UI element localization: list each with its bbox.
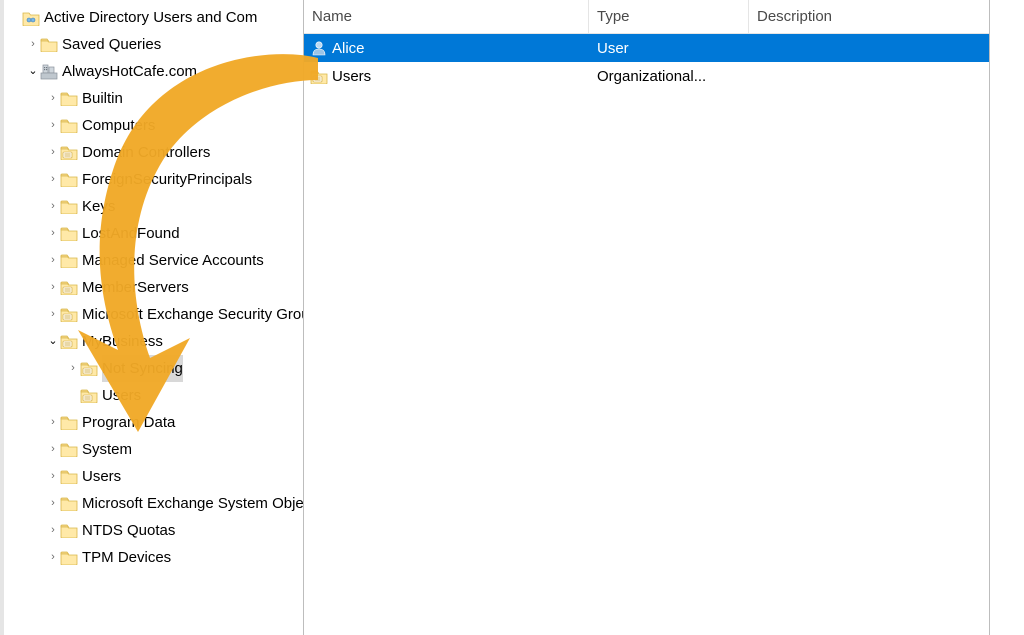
- chevron-right-icon[interactable]: ›: [46, 436, 60, 463]
- folder-icon: [60, 414, 78, 432]
- tree-item-system[interactable]: › System: [4, 436, 303, 463]
- user-icon: [310, 39, 328, 57]
- tree-item-exchange-sec[interactable]: › Microsoft Exchange Security Groups: [4, 301, 303, 328]
- folder-icon: [60, 468, 78, 486]
- list-pane[interactable]: Name Type Description Alice User Users O…: [304, 0, 990, 635]
- tree-root-label: Active Directory Users and Com: [44, 4, 257, 31]
- folder-icon: [60, 171, 78, 189]
- tree-label: Managed Service Accounts: [82, 247, 264, 274]
- tree-item-program-data[interactable]: › Program Data: [4, 409, 303, 436]
- folder-icon: [60, 495, 78, 513]
- tree-item-memberservers[interactable]: › MemberServers: [4, 274, 303, 301]
- ou-icon: [310, 67, 328, 85]
- tree-label: Users: [102, 382, 141, 409]
- folder-icon: [60, 198, 78, 216]
- tree-domain[interactable]: ⌄ AlwaysHotCafe.com: [4, 58, 303, 85]
- tree-label: Users: [82, 463, 121, 490]
- tree-label: Microsoft Exchange Security Groups: [82, 301, 304, 328]
- folder-icon: [60, 90, 78, 108]
- tree-label: AlwaysHotCafe.com: [62, 58, 197, 85]
- chevron-right-icon[interactable]: ›: [46, 220, 60, 247]
- tree-label: MemberServers: [82, 274, 189, 301]
- chevron-down-icon[interactable]: ⌄: [26, 58, 40, 85]
- chevron-right-icon[interactable]: ›: [46, 463, 60, 490]
- chevron-right-icon[interactable]: ›: [26, 31, 40, 58]
- ou-icon: [80, 387, 98, 405]
- folder-icon: [60, 117, 78, 135]
- tree-label: Program Data: [82, 409, 175, 436]
- folder-icon: [40, 36, 58, 54]
- tree-item-domain-controllers[interactable]: › Domain Controllers: [4, 139, 303, 166]
- chevron-right-icon[interactable]: ›: [46, 544, 60, 571]
- tree-label: Saved Queries: [62, 31, 161, 58]
- tree-item-exchange-sys[interactable]: › Microsoft Exchange System Objects: [4, 490, 303, 517]
- tree-item-ntds-quotas[interactable]: › NTDS Quotas: [4, 517, 303, 544]
- ou-icon: [60, 306, 78, 324]
- chevron-right-icon[interactable]: ›: [46, 301, 60, 328]
- list-row-alice[interactable]: Alice User: [304, 34, 989, 62]
- tree-label: MyBusiness: [82, 328, 163, 355]
- chevron-right-icon[interactable]: ›: [46, 166, 60, 193]
- tree-label: TPM Devices: [82, 544, 171, 571]
- chevron-right-icon[interactable]: ›: [66, 355, 80, 382]
- chevron-right-icon[interactable]: ›: [46, 139, 60, 166]
- tree-label: System: [82, 436, 132, 463]
- list-cell-type: User: [589, 40, 749, 57]
- tree-label: Microsoft Exchange System Objects: [82, 490, 304, 517]
- tree-item-not-syncing[interactable]: › Not Syncing: [4, 355, 303, 382]
- tree-item-fsp[interactable]: › ForeignSecurityPrincipals: [4, 166, 303, 193]
- chevron-down-icon[interactable]: ⌄: [46, 328, 60, 355]
- ou-icon: [80, 360, 98, 378]
- tree-pane[interactable]: Active Directory Users and Com › Saved Q…: [4, 0, 304, 635]
- tree-label: NTDS Quotas: [82, 517, 175, 544]
- chevron-right-icon[interactable]: ›: [46, 274, 60, 301]
- chevron-right-icon[interactable]: ›: [46, 517, 60, 544]
- folder-icon: [60, 252, 78, 270]
- tree-item-computers[interactable]: › Computers: [4, 112, 303, 139]
- chevron-right-icon[interactable]: ›: [46, 112, 60, 139]
- chevron-right-icon[interactable]: ›: [46, 409, 60, 436]
- ou-icon: [60, 144, 78, 162]
- folder-icon: [60, 441, 78, 459]
- chevron-right-icon[interactable]: ›: [46, 247, 60, 274]
- list-row-users[interactable]: Users Organizational...: [304, 62, 989, 90]
- tree-label: Domain Controllers: [82, 139, 210, 166]
- tree-label: LostAndFound: [82, 220, 180, 247]
- tree-item-users[interactable]: › Users: [4, 463, 303, 490]
- tree-label: Builtin: [82, 85, 123, 112]
- column-header-name[interactable]: Name: [304, 0, 589, 33]
- chevron-right-icon[interactable]: ›: [46, 85, 60, 112]
- list-cell-name: Users: [332, 68, 371, 85]
- chevron-right-icon[interactable]: ›: [46, 193, 60, 220]
- tree-label: Computers: [82, 112, 155, 139]
- tree-item-msa[interactable]: › Managed Service Accounts: [4, 247, 303, 274]
- column-header-description[interactable]: Description: [749, 0, 989, 33]
- tree-label: ForeignSecurityPrincipals: [82, 166, 252, 193]
- ou-icon: [60, 279, 78, 297]
- list-cell-name: Alice: [332, 40, 365, 57]
- folder-icon: [60, 549, 78, 567]
- tree-item-tpm-devices[interactable]: › TPM Devices: [4, 544, 303, 571]
- column-header-type[interactable]: Type: [589, 0, 749, 33]
- tree-item-lostandfound[interactable]: › LostAndFound: [4, 220, 303, 247]
- folder-icon: [60, 522, 78, 540]
- domain-icon: [40, 63, 58, 81]
- tree-item-mybusiness[interactable]: ⌄ MyBusiness: [4, 328, 303, 355]
- tree-item-keys[interactable]: › Keys: [4, 193, 303, 220]
- chevron-right-icon[interactable]: ›: [46, 490, 60, 517]
- tree-item-mybusiness-users[interactable]: › Users: [4, 382, 303, 409]
- aduc-root-icon: [22, 9, 40, 27]
- tree-label: Keys: [82, 193, 115, 220]
- tree-root[interactable]: Active Directory Users and Com: [4, 4, 303, 31]
- folder-icon: [60, 225, 78, 243]
- list-cell-type: Organizational...: [589, 68, 749, 85]
- tree-saved-queries[interactable]: › Saved Queries: [4, 31, 303, 58]
- tree-label: Not Syncing: [102, 355, 183, 382]
- column-headers: Name Type Description: [304, 0, 989, 34]
- ou-icon: [60, 333, 78, 351]
- tree-item-builtin[interactable]: › Builtin: [4, 85, 303, 112]
